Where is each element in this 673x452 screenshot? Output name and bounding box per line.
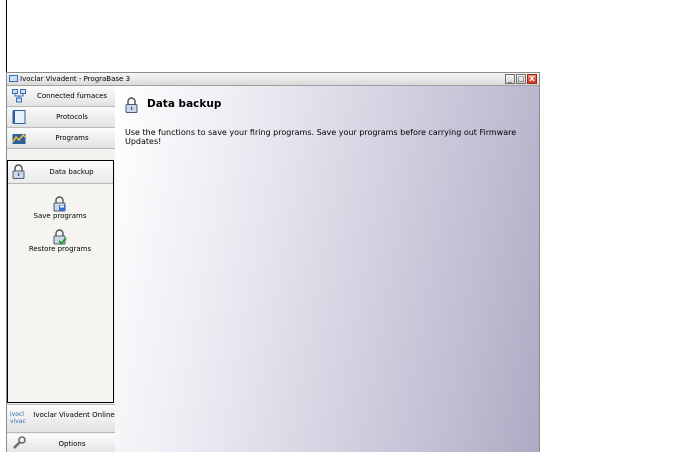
notebook-icon: [12, 110, 26, 124]
close-button[interactable]: X: [527, 74, 537, 84]
padlock-icon: [12, 164, 25, 179]
data-backup-tab[interactable]: Data backup: [8, 161, 113, 184]
nav-label: Ivoclar Vivadent Online: [33, 411, 115, 419]
maximize-button[interactable]: □: [516, 74, 526, 84]
app-icon: [9, 75, 18, 82]
title-bar[interactable]: Ivoclar Vivadent - PrograBase 3 _ □ X: [7, 73, 539, 86]
nav-connected-furnaces[interactable]: Connected furnaces: [7, 86, 115, 107]
window-title: Ivoclar Vivadent - PrograBase 3: [20, 75, 131, 83]
nav-options[interactable]: Options: [7, 434, 115, 452]
app-window: Ivoclar Vivadent - PrograBase 3 _ □ X Co…: [6, 72, 540, 452]
ivoclar-logo: ivocl vivac: [10, 411, 26, 425]
lock-restore-icon: [53, 229, 67, 245]
save-programs-button[interactable]: Save programs: [8, 196, 112, 221]
nav-ivoclar-online[interactable]: ivocl vivac Ivoclar Vivadent Online: [7, 404, 115, 433]
padlock-icon: [125, 97, 138, 113]
nav-protocols[interactable]: Protocols: [7, 107, 115, 128]
action-label: Save programs: [33, 212, 87, 220]
nav-label: Connected furnaces: [36, 92, 108, 100]
minimize-button[interactable]: _: [505, 74, 515, 84]
action-label: Restore programs: [28, 245, 92, 253]
program-chart-icon: [12, 133, 26, 144]
nav-label: Protocols: [56, 113, 88, 121]
nav-label: Options: [58, 440, 86, 448]
main-content: Data backup Use the functions to save yo…: [115, 86, 539, 452]
restore-programs-button[interactable]: Restore programs: [8, 229, 112, 254]
nav-programs[interactable]: Programs: [7, 128, 115, 149]
lock-save-icon: [53, 196, 66, 212]
sidebar: Connected furnaces Protocols Programs Da…: [7, 86, 115, 452]
network-icon: [12, 89, 26, 103]
page-title: Data backup: [147, 98, 222, 110]
panel-title: Data backup: [49, 168, 94, 176]
wrench-icon: [13, 436, 26, 449]
page-description: Use the functions to save your firing pr…: [125, 128, 517, 146]
nav-label: Programs: [55, 134, 89, 142]
data-backup-panel: Data backup Save programs Restore progra…: [7, 160, 114, 403]
